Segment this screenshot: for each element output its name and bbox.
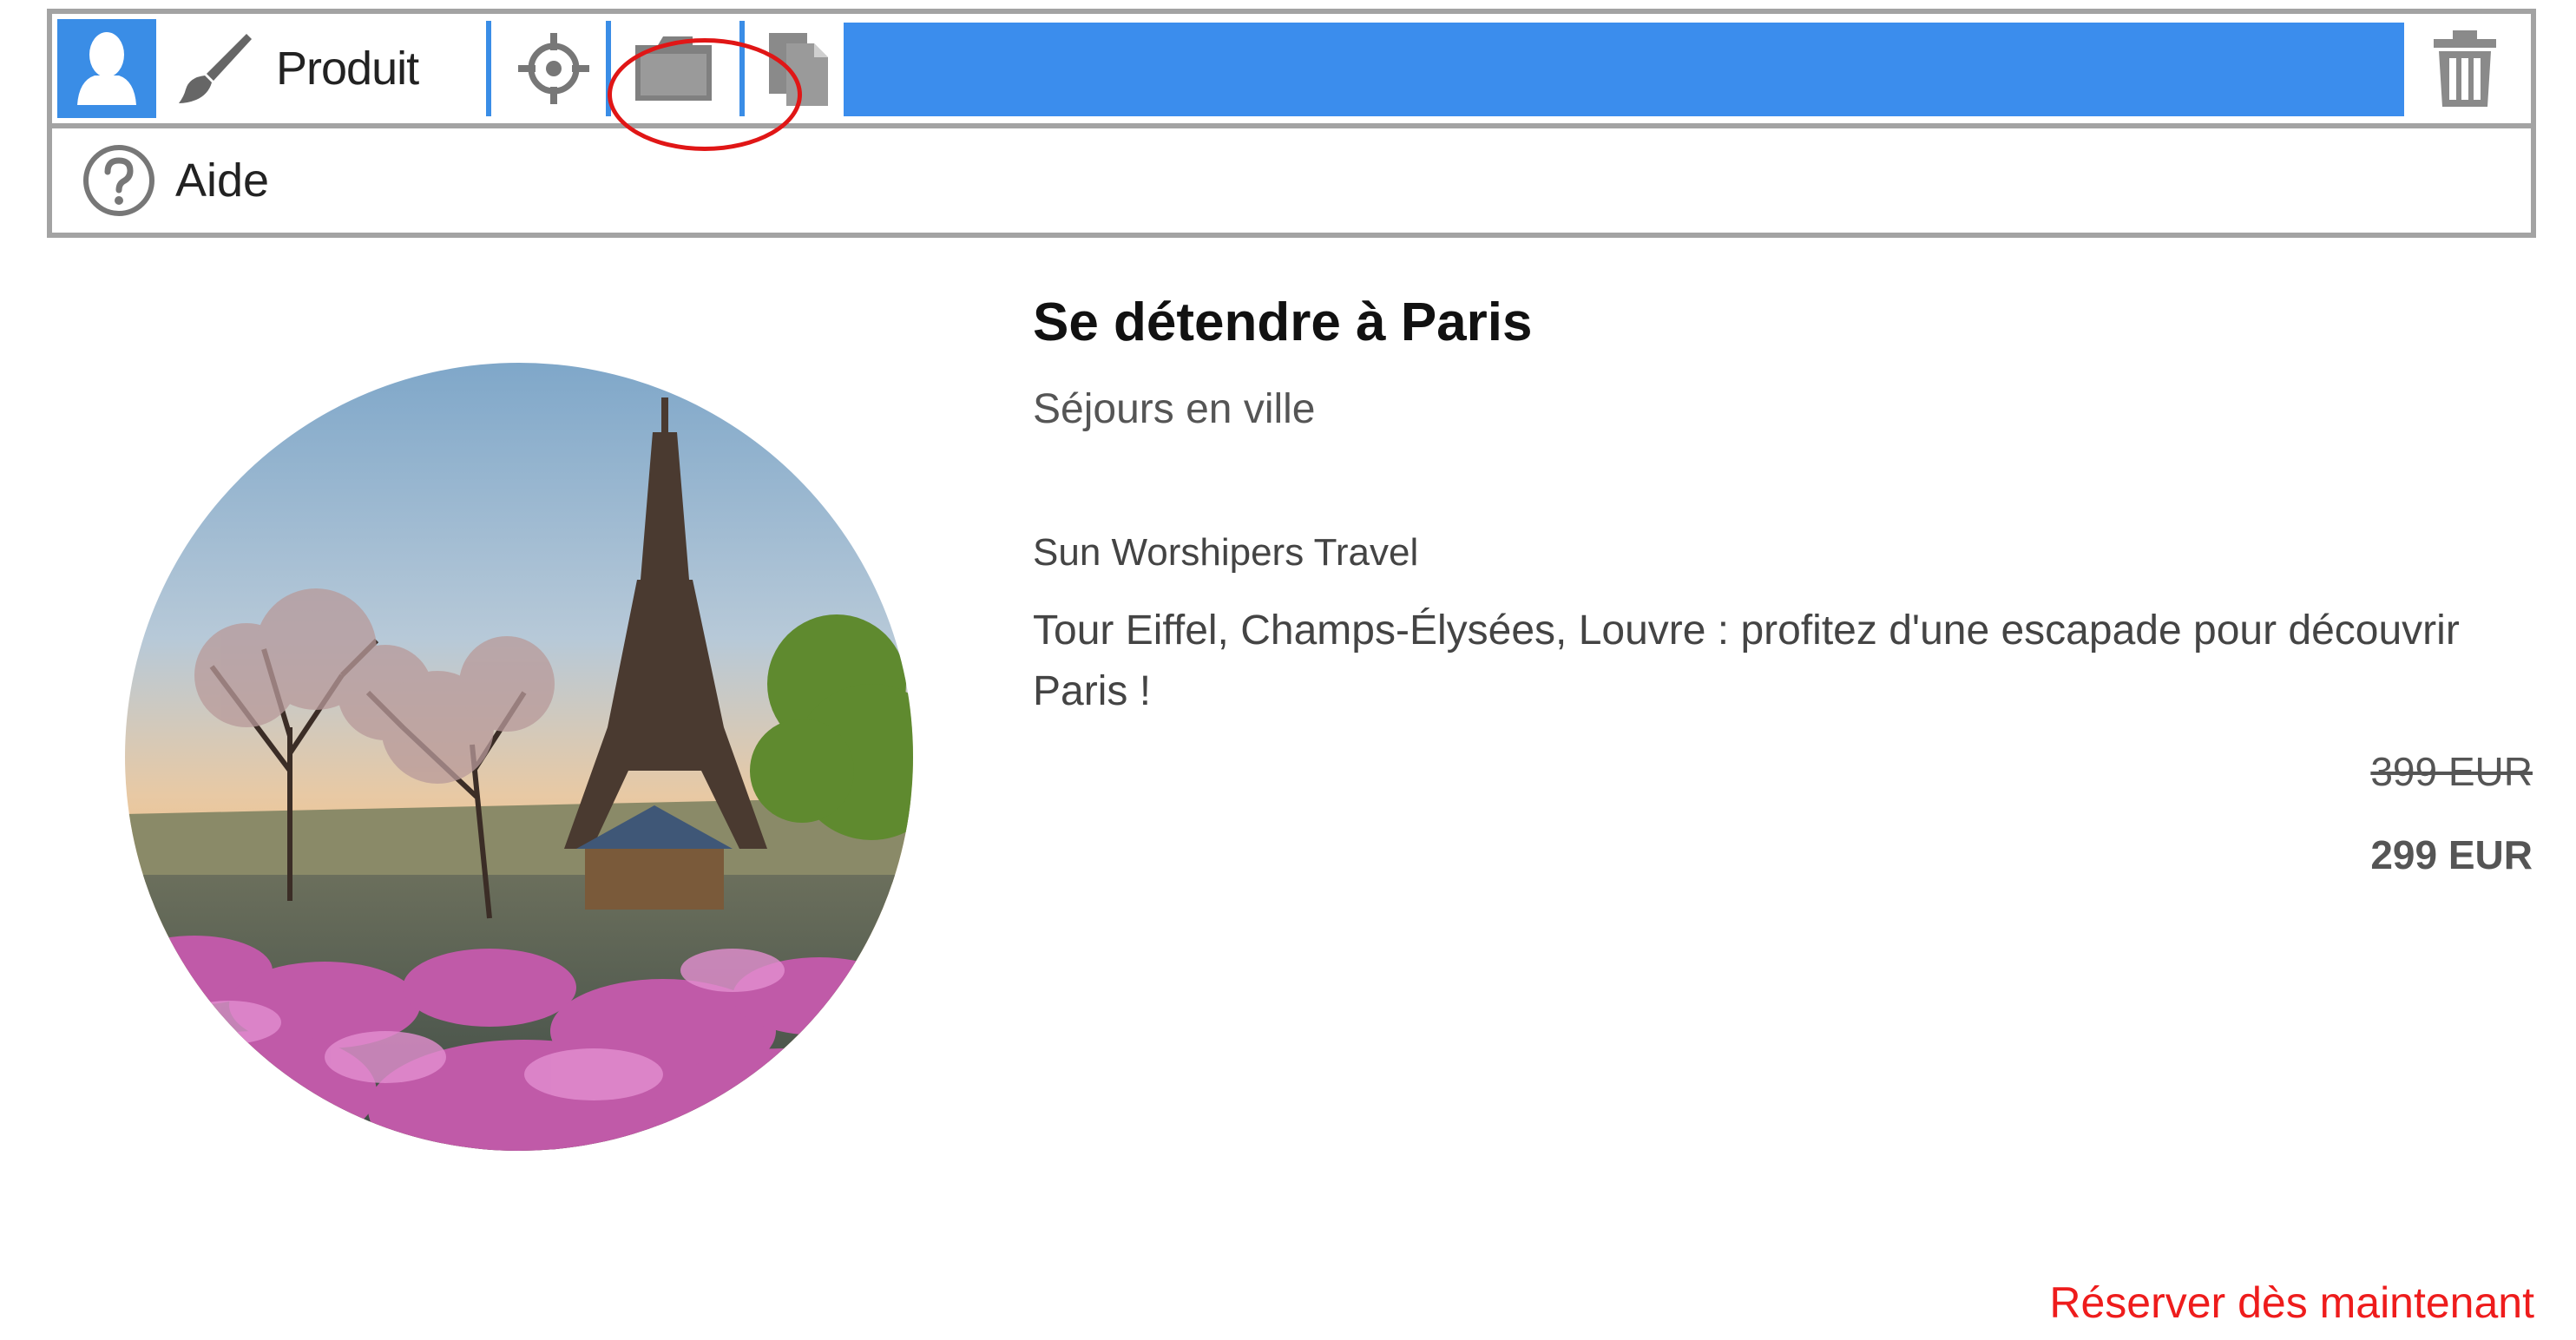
crosshair-icon — [518, 33, 589, 104]
toolbar-separator — [606, 21, 611, 116]
brush-icon — [179, 34, 252, 103]
produit-label: Produit — [276, 43, 419, 95]
toolbar-separator — [486, 21, 491, 116]
toolbar-main-row: Produit — [52, 14, 2531, 151]
copy-icon — [769, 33, 828, 106]
product-image — [125, 363, 913, 1151]
person-button[interactable] — [57, 19, 156, 118]
old-price: 399 EUR — [2370, 749, 2533, 794]
toolbar-help-row: Aide — [52, 128, 2531, 233]
folder-icon — [635, 36, 712, 101]
folder-button[interactable] — [613, 19, 734, 118]
aide-label: Aide — [175, 154, 270, 207]
product-description: Tour Eiffel, Champs-Élysées, Louvre : pr… — [1033, 608, 2460, 714]
product-title: Se détendre à Paris — [1033, 292, 1533, 352]
toolbar-separator — [739, 21, 745, 116]
delete-button[interactable] — [2413, 19, 2517, 118]
trash-icon — [2434, 30, 2496, 107]
selection-bar[interactable] — [844, 23, 2404, 116]
person-icon — [77, 32, 136, 105]
editor-toolbar: Produit Aide — [47, 9, 2536, 238]
book-now-link[interactable]: Réserver dès maintenant — [2049, 1278, 2534, 1328]
product-company: Sun Worshipers Travel — [1033, 531, 1419, 574]
target-button[interactable] — [505, 19, 602, 118]
copy-button[interactable] — [746, 19, 851, 118]
product-category: Séjours en ville — [1033, 386, 1316, 432]
produit-button[interactable]: Produit — [174, 19, 460, 118]
new-price: 299 EUR — [2370, 832, 2533, 877]
aide-button[interactable]: Aide — [82, 137, 269, 224]
help-icon — [83, 145, 154, 216]
